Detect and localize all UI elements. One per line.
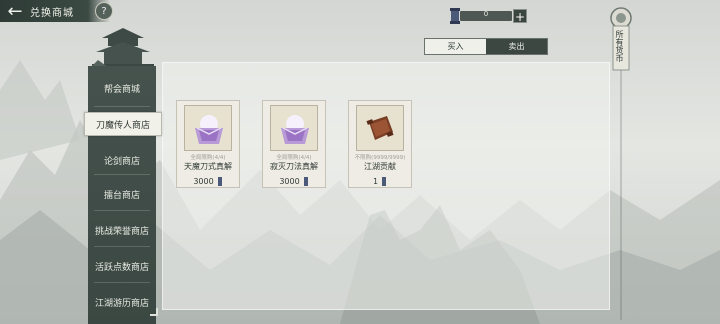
sell-tab[interactable]: 卖出 — [486, 39, 547, 54]
sidebar-item-travel-shop[interactable]: 江湖游历商店 — [88, 290, 156, 314]
sidebar-item-label: 论剑商店 — [103, 156, 140, 167]
scroll-token-icon — [217, 176, 222, 186]
item-price-row: 3000 — [263, 175, 325, 187]
trade-toggle: 买入 卖出 — [424, 38, 548, 55]
item-image — [184, 105, 232, 151]
sidebar-item-label: 活跃点数商店 — [94, 262, 149, 273]
page-title: 兑换商城 — [30, 7, 74, 19]
sidebar-item-activity-shop[interactable]: 活跃点数商店 — [88, 254, 156, 278]
currency-value-box: 0 — [460, 10, 512, 21]
shop-item-card[interactable]: 全局限购(4/4) 天魔刀式真解 3000 — [176, 100, 240, 188]
sidebar-divider — [94, 282, 150, 283]
scroll-token-icon — [382, 176, 387, 186]
back-button[interactable]: ← — [0, 0, 30, 22]
sidebar-divider — [94, 174, 150, 175]
item-name: 江湖贡献 — [364, 162, 396, 171]
scroll-track — [620, 60, 622, 320]
sidebar-divider — [94, 210, 150, 211]
shop-item-card[interactable]: 不限购(9999/9999) 江湖贡献 1 — [348, 100, 412, 188]
item-price: 1 — [372, 176, 379, 186]
scroll-token-icon — [450, 8, 460, 24]
corner-mark-icon — [150, 308, 158, 316]
item-limit: 全局限购(4/4) — [276, 155, 312, 161]
sidebar-item-label: 江湖游历商店 — [94, 298, 149, 309]
item-price: 3000 — [193, 176, 214, 186]
buy-tab[interactable]: 买入 — [425, 39, 486, 54]
item-price-row: 3000 — [177, 175, 239, 187]
item-price-row: 1 — [349, 175, 411, 187]
currency-display: 0 + — [448, 8, 528, 24]
add-currency-button[interactable]: + — [513, 9, 527, 24]
shop-sidebar: 帮会商城 刀魔传人商店 论剑商店 擂台商店 挑战荣誉商店 活跃点数商店 江湖游历… — [84, 66, 162, 324]
purple-scroll-icon — [281, 115, 309, 144]
sidebar-item-label: 挑战荣誉商店 — [94, 226, 149, 237]
item-limit: 全局限购(4/4) — [190, 155, 226, 161]
purple-scroll-icon — [195, 115, 223, 144]
currency-value: 0 — [483, 10, 489, 18]
all-currency-button[interactable]: 所有货币 — [604, 4, 638, 76]
help-button[interactable]: ? — [95, 2, 113, 20]
shop-item-card[interactable]: 全局限购(4/4) 寂灭刀法真解 3000 — [262, 100, 326, 188]
scroll-token-icon — [303, 176, 308, 186]
sidebar-item-blade-heir-shop[interactable]: 刀魔传人商店 — [84, 112, 162, 136]
item-image — [356, 105, 404, 151]
item-price: 3000 — [279, 176, 300, 186]
item-name: 寂灭刀法真解 — [270, 162, 318, 171]
item-limit: 不限购(9999/9999) — [354, 155, 406, 161]
item-name: 天魔刀式真解 — [184, 162, 232, 171]
sidebar-item-honor-shop[interactable]: 挑战荣誉商店 — [88, 218, 156, 242]
brown-scroll-icon — [366, 116, 394, 140]
sidebar-item-label: 帮会商城 — [103, 84, 140, 95]
sidebar-item-sword-debate-shop[interactable]: 论剑商店 — [88, 148, 156, 172]
arrow-left-icon: ← — [7, 0, 23, 22]
top-bar: ← 兑换商城 — [0, 0, 110, 22]
sidebar-item-arena-shop[interactable]: 擂台商店 — [88, 182, 156, 206]
all-currency-label: 所有货币 — [615, 30, 624, 62]
sidebar-item-label: 擂台商店 — [103, 190, 140, 201]
sidebar-divider — [94, 106, 150, 107]
pavilion-icon — [88, 28, 154, 70]
item-image — [270, 105, 318, 151]
sidebar-item-label: 刀魔传人商店 — [95, 120, 150, 131]
sidebar-item-guild-shop[interactable]: 帮会商城 — [88, 76, 156, 100]
sidebar-divider — [94, 246, 150, 247]
